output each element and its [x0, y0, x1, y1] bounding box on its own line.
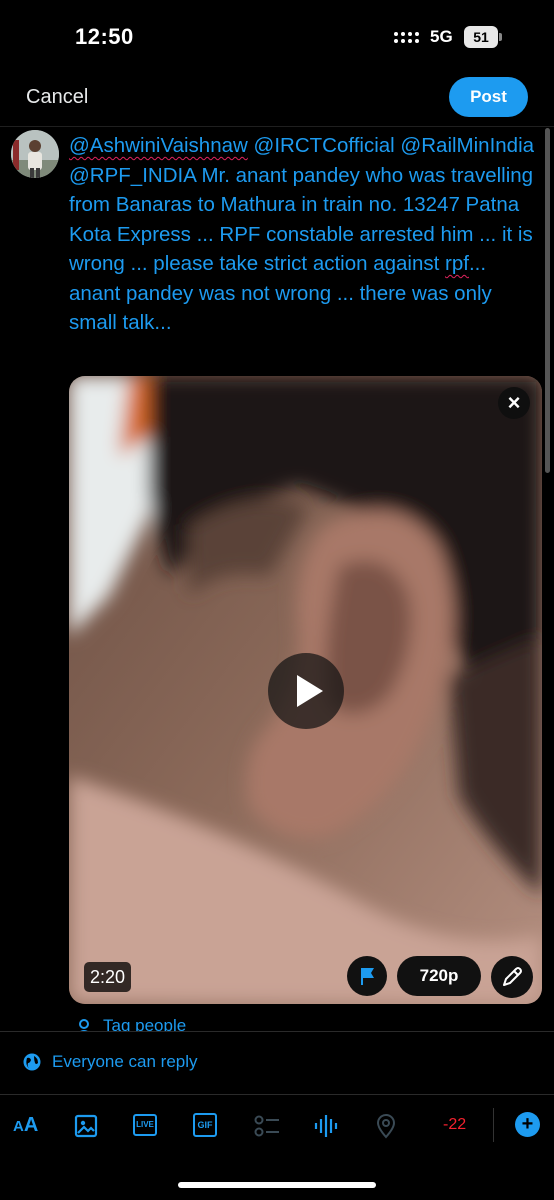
text-format-small: A: [13, 1118, 24, 1135]
scrollbar[interactable]: [545, 128, 550, 473]
character-count: -22: [443, 1116, 467, 1133]
text-format-big: A: [23, 1114, 39, 1136]
text-format-icon[interactable]: AA: [13, 1114, 38, 1142]
reply-divider-bottom: [0, 1094, 554, 1095]
avatar-photo: [11, 130, 59, 178]
reply-setting-label: Everyone can reply: [52, 1052, 198, 1071]
network-type: 5G: [430, 27, 453, 46]
audio-space-icon[interactable]: [313, 1112, 339, 1140]
avatar[interactable]: [11, 130, 59, 178]
tweet-body-misspelled-word: rpf: [445, 252, 469, 275]
globe-icon: [23, 1053, 41, 1071]
video-duration: 2:20: [84, 962, 132, 992]
mention-ashwini: @AshwiniVaishnaw: [69, 134, 248, 157]
header-divider: [0, 126, 554, 127]
toolbar-separator: [493, 1108, 494, 1142]
home-indicator[interactable]: [178, 1182, 376, 1188]
add-glyph: +: [521, 1113, 534, 1135]
flag-icon: [361, 968, 374, 985]
battery-icon: 51: [464, 26, 502, 48]
poll-icon: [254, 1115, 279, 1137]
signal-icon: [394, 32, 419, 43]
compose-toolbar: AA LIVE GIF: [0, 1100, 554, 1152]
cancel-button[interactable]: Cancel: [26, 86, 88, 109]
battery-tip: [499, 33, 502, 41]
edit-media-button[interactable]: [491, 956, 533, 998]
gif-label: GIF: [197, 1120, 213, 1130]
tag-people-label: Tag people: [103, 1016, 187, 1031]
close-icon: ×: [507, 390, 521, 415]
play-button[interactable]: [268, 653, 344, 729]
live-icon[interactable]: LIVE: [133, 1114, 157, 1136]
status-time: 12:50: [75, 24, 134, 49]
reply-divider-top: [0, 1031, 554, 1032]
mention-rpf: @RPF_INDIA: [69, 163, 196, 187]
post-button[interactable]: Post: [449, 77, 528, 117]
remove-media-button[interactable]: ×: [498, 387, 530, 419]
gif-icon[interactable]: GIF: [193, 1113, 217, 1137]
content-warning-button[interactable]: [347, 956, 387, 996]
compose-text-area[interactable]: @AshwiniVaishnaw @IRCTCofficial @RailMin…: [69, 131, 541, 338]
video-quality-button[interactable]: 720p: [397, 956, 481, 996]
add-icon[interactable]: +: [515, 1112, 540, 1137]
tag-people-button[interactable]: Tag people: [75, 1016, 186, 1031]
live-label: LIVE: [136, 1120, 154, 1129]
mention-irctc: @IRCTCofficial: [253, 134, 395, 157]
tag-person-icon: [79, 1019, 89, 1031]
status-bar: 12:50 5G 51: [0, 0, 554, 70]
location-icon: [376, 1114, 396, 1139]
battery-level: 51: [464, 26, 498, 48]
mention-railmin: @RailMinIndia: [400, 134, 535, 157]
image-icon[interactable]: [73, 1112, 99, 1140]
edit-icon: [503, 967, 522, 986]
play-icon: [297, 675, 323, 707]
